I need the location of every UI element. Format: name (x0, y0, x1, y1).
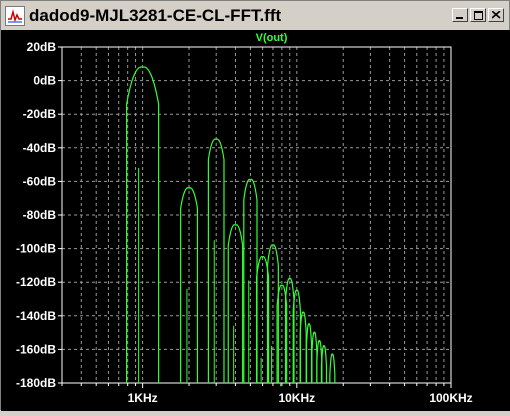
y-tick-label: -80dB (23, 208, 57, 222)
close-icon (491, 11, 501, 19)
x-tick-label: 10KHz (278, 391, 315, 405)
harmonic-peak[interactable] (305, 323, 313, 383)
harmonic-peak[interactable] (329, 353, 336, 383)
y-tick-label: -180dB (16, 376, 56, 390)
y-tick-label: -60dB (23, 174, 57, 188)
harmonic-peak[interactable] (299, 311, 307, 383)
trace-vout[interactable] (126, 66, 336, 387)
y-tick-label: -140dB (16, 309, 56, 323)
y-tick-label: -20dB (23, 107, 57, 121)
waveform-icon[interactable] (5, 6, 25, 26)
maximize-button[interactable] (470, 8, 486, 22)
trace-label[interactable]: V(out) (256, 32, 288, 44)
y-tick-label: 0dB (33, 74, 56, 88)
y-tick-label: -120dB (16, 275, 56, 289)
y-axis-labels: 20dB 0dB -20dB -40dB -60dB -80dB -100dB -120dB -… (16, 40, 56, 390)
y-tick-label: -160dB (16, 342, 56, 356)
title-bar[interactable]: dadod9-MJL3281-CE-CL-FFT.fft (2, 2, 508, 30)
y-tick-label: -40dB (23, 141, 57, 155)
maximize-icon (473, 10, 483, 20)
x-axis-labels: 1KHz 10KHz 100KHz (128, 391, 473, 405)
grid-lines (58, 46, 452, 388)
minimize-icon (456, 17, 463, 19)
harmonic-peak[interactable] (311, 331, 318, 383)
close-button[interactable] (488, 8, 504, 22)
caption-buttons (452, 8, 504, 22)
x-tick-label: 100KHz (429, 391, 472, 405)
y-tick-label: 20dB (27, 40, 57, 54)
minimize-button[interactable] (452, 8, 468, 22)
fft-plot[interactable]: 20dB 0dB -20dB -40dB -60dB -80dB -100dB -120dB -… (1, 30, 510, 411)
fft-window: dadod9-MJL3281-CE-CL-FFT.fft 20dB 0dB -20d… (0, 0, 510, 411)
x-tick-label: 1KHz (128, 391, 158, 405)
plot-area[interactable]: 20dB 0dB -20dB -40dB -60dB -80dB -100dB -120dB -… (1, 30, 510, 411)
y-tick-label: -100dB (16, 242, 56, 256)
window-title: dadod9-MJL3281-CE-CL-FFT.fft (29, 6, 282, 25)
